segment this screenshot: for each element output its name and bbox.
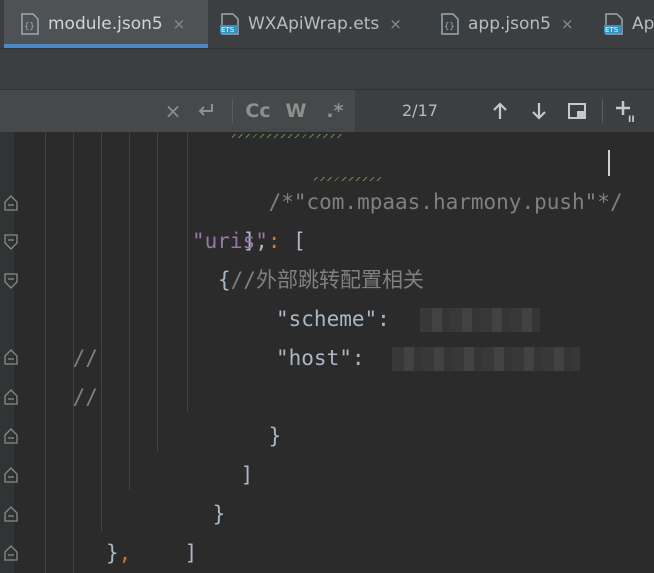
code-line: } xyxy=(162,456,226,526)
comment-text: /*"com.mpaas.harmony.push"*/ xyxy=(268,190,623,214)
fold-start-icon[interactable] xyxy=(3,272,19,290)
fold-start-icon[interactable] xyxy=(3,233,19,251)
opening-brace: { xyxy=(218,268,231,292)
code-line: }, xyxy=(106,534,131,573)
redacted-value xyxy=(392,347,580,371)
match-counter: 2/17 xyxy=(402,101,438,120)
code-line: "host": xyxy=(276,339,377,378)
indent-guide xyxy=(129,132,130,490)
json-key: "uris" xyxy=(192,229,268,253)
fold-end-icon[interactable] xyxy=(3,348,19,366)
fold-end-icon[interactable] xyxy=(3,544,19,562)
json-key: "host" xyxy=(276,346,352,370)
previous-match-button[interactable] xyxy=(488,98,512,124)
spelling-underline xyxy=(232,134,342,138)
tab-label: WXApiWrap.ets xyxy=(248,14,380,34)
fold-end-icon[interactable] xyxy=(3,427,19,445)
code-editor[interactable]: /*"com.mpaas.harmony.push"*/ ], "uris": … xyxy=(0,132,654,573)
colon: : xyxy=(351,346,378,370)
tab-label: Ap xyxy=(632,14,654,34)
tab-label: module.json5 xyxy=(48,14,163,34)
svg-text:ETS: ETS xyxy=(605,26,619,34)
closing-bracket: ] xyxy=(184,541,198,565)
editor-tab-bar: {} module.json5 × ETS WXApiWrap.ets × {}… xyxy=(0,0,654,49)
tab-module-json5[interactable]: {} module.json5 × xyxy=(4,0,208,48)
colon: : xyxy=(267,229,294,253)
toolbar-strip xyxy=(0,49,654,89)
separator xyxy=(602,99,603,123)
fold-end-icon[interactable] xyxy=(3,505,19,523)
code-line: ] xyxy=(134,495,198,565)
closing-brace: } xyxy=(268,424,282,448)
tab-label: app.json5 xyxy=(468,14,551,34)
json-file-icon: {} xyxy=(20,13,40,35)
svg-text:{}: {} xyxy=(24,22,35,32)
close-icon[interactable]: × xyxy=(173,15,186,33)
code-line: ], xyxy=(192,183,268,253)
clear-search-icon[interactable]: × xyxy=(162,98,184,124)
indent-guide xyxy=(101,132,102,532)
regex-button[interactable]: .* xyxy=(322,98,348,124)
code-line: ] xyxy=(190,417,254,487)
line-comment-marker: // xyxy=(72,385,98,409)
fold-end-icon[interactable] xyxy=(3,194,19,212)
ets-file-icon: ETS xyxy=(220,13,240,35)
tab-wxapiwrap-ets[interactable]: ETS WXApiWrap.ets × xyxy=(220,0,402,48)
fold-end-icon[interactable] xyxy=(3,388,19,406)
comment-text: //外部跳转配置相关 xyxy=(230,268,424,292)
history-icon[interactable] xyxy=(194,98,218,124)
svg-text:ETS: ETS xyxy=(221,26,235,34)
closing-brace: } xyxy=(106,541,119,565)
tab-app-json5[interactable]: {} app.json5 × xyxy=(440,0,574,48)
find-bar: × Cc W .* 2/17 II xyxy=(0,89,654,133)
colon: : xyxy=(377,307,403,331)
indent-guide xyxy=(187,132,188,412)
json-file-icon: {} xyxy=(440,13,460,35)
indent-guide xyxy=(157,132,158,452)
closing-bracket: ] xyxy=(240,463,254,487)
next-match-button[interactable] xyxy=(527,98,551,124)
closing-brace: } xyxy=(212,502,226,526)
spelling-underline xyxy=(314,177,384,181)
ets-file-icon: ETS xyxy=(604,13,624,35)
tab-ap[interactable]: ETS Ap xyxy=(604,0,654,48)
code-line: "uris": [ xyxy=(192,222,306,261)
svg-text:{}: {} xyxy=(444,22,455,32)
code-line: /*"com.mpaas.harmony.push"*/ xyxy=(218,144,623,214)
opening-bracket: [ xyxy=(293,229,306,253)
close-icon[interactable]: × xyxy=(561,15,574,33)
add-occurrence-icon[interactable]: II xyxy=(613,98,643,124)
code-line: // xyxy=(22,300,98,370)
code-line: } xyxy=(218,378,282,448)
code-line: // xyxy=(22,339,98,409)
json-key: "scheme" xyxy=(276,307,378,331)
code-line: {//外部跳转配置相关 xyxy=(218,261,424,300)
fold-end-icon[interactable] xyxy=(3,466,19,484)
close-icon[interactable]: × xyxy=(389,15,402,33)
svg-text:II: II xyxy=(628,115,635,124)
separator xyxy=(232,99,233,123)
redacted-value xyxy=(420,308,540,332)
whole-words-button[interactable]: W xyxy=(283,98,309,124)
text-cursor xyxy=(608,150,610,176)
select-all-occurrences-icon[interactable] xyxy=(565,98,589,124)
match-case-button[interactable]: Cc xyxy=(242,98,274,124)
comma: , xyxy=(118,541,132,565)
code-line: "scheme": xyxy=(276,300,402,339)
